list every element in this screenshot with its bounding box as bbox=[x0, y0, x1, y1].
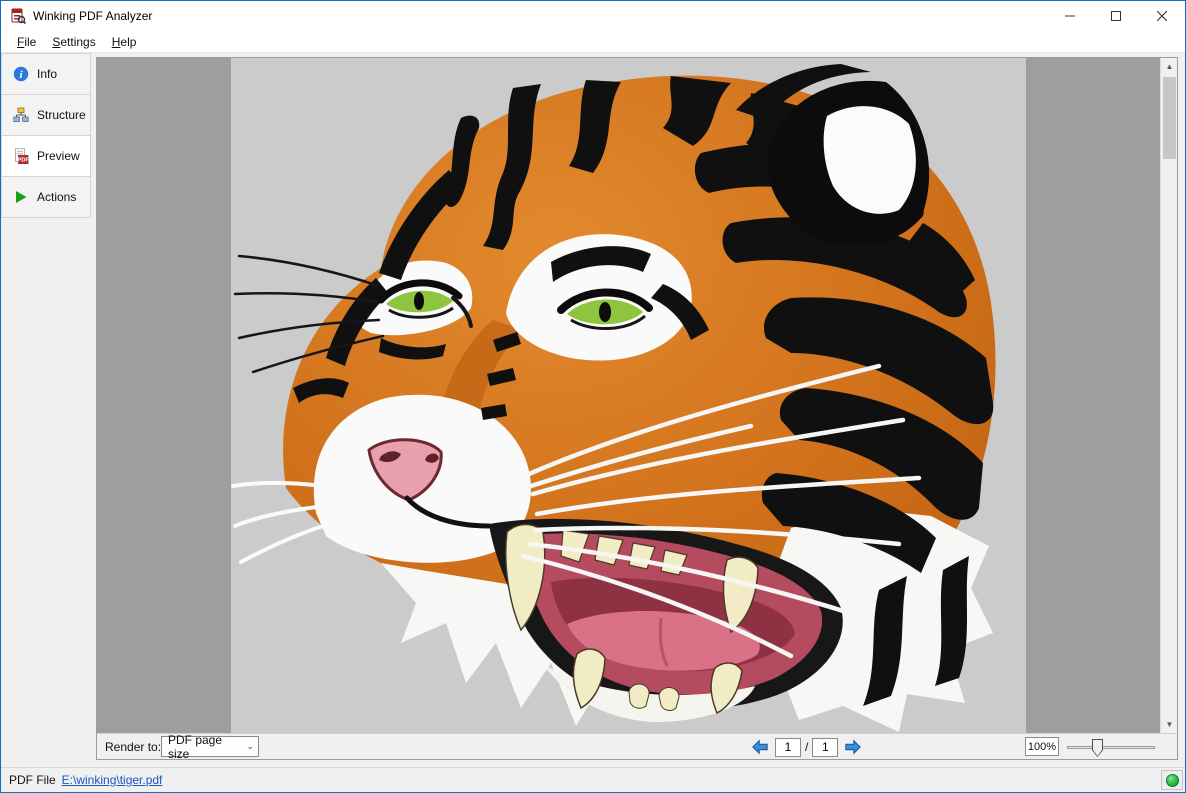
current-page-input[interactable] bbox=[775, 738, 801, 757]
scroll-up-button[interactable]: ▲ bbox=[1161, 58, 1177, 75]
preview-canvas: ▲ ▼ bbox=[97, 58, 1177, 733]
scrollbar-thumb[interactable] bbox=[1163, 77, 1176, 159]
tab-info[interactable]: i Info bbox=[1, 53, 91, 95]
window-title: Winking PDF Analyzer bbox=[33, 9, 152, 23]
next-page-button[interactable] bbox=[842, 737, 864, 757]
tab-actions-label: Actions bbox=[37, 190, 76, 204]
menubar: File Settings Help bbox=[1, 31, 1185, 53]
window-controls bbox=[1047, 1, 1185, 31]
structure-icon bbox=[13, 107, 29, 123]
pdf-preview-image bbox=[231, 58, 1026, 733]
pdf-file-path-link[interactable]: E:\winking\tiger.pdf bbox=[62, 773, 163, 787]
scroll-down-icon: ▼ bbox=[1166, 720, 1174, 729]
scroll-down-button[interactable]: ▼ bbox=[1161, 716, 1177, 733]
arrow-left-icon bbox=[751, 739, 769, 755]
statusbar: PDF File E:\winking\tiger.pdf bbox=[1, 767, 1185, 792]
minimize-icon bbox=[1065, 11, 1075, 21]
pdf-file-label: PDF File bbox=[9, 773, 56, 787]
prev-page-button[interactable] bbox=[749, 737, 771, 757]
render-to-label: Render to: bbox=[105, 740, 161, 754]
info-icon: i bbox=[13, 66, 29, 82]
tab-info-label: Info bbox=[37, 67, 57, 81]
zoom-slider-thumb[interactable] bbox=[1092, 739, 1103, 757]
minimize-button[interactable] bbox=[1047, 1, 1093, 31]
chevron-down-icon: ⌄ bbox=[246, 741, 254, 752]
tab-preview-label: Preview bbox=[37, 149, 80, 163]
status-ok-icon bbox=[1166, 774, 1179, 787]
maximize-icon bbox=[1111, 11, 1121, 21]
tab-structure-label: Structure bbox=[37, 108, 86, 122]
preview-panel: ▲ ▼ Render to: PDF page size ⌄ / bbox=[96, 57, 1178, 760]
zoom-slider[interactable] bbox=[1067, 746, 1155, 749]
preview-icon: PDF bbox=[13, 148, 29, 164]
scroll-up-icon: ▲ bbox=[1166, 62, 1174, 71]
arrow-right-icon bbox=[844, 739, 862, 755]
total-pages-input[interactable] bbox=[812, 738, 838, 757]
menu-file[interactable]: File bbox=[10, 33, 43, 51]
play-icon bbox=[13, 189, 29, 205]
close-button[interactable] bbox=[1139, 1, 1185, 31]
tab-structure[interactable]: Structure bbox=[1, 94, 91, 136]
sidebar: i Info Structure PDF bbox=[1, 53, 96, 767]
menu-settings[interactable]: Settings bbox=[45, 33, 102, 51]
vertical-scrollbar[interactable]: ▲ ▼ bbox=[1160, 58, 1177, 733]
app-icon bbox=[10, 8, 26, 24]
close-icon bbox=[1157, 11, 1167, 21]
page-navigation: / bbox=[749, 736, 864, 758]
zoom-value[interactable]: 100% bbox=[1025, 737, 1059, 756]
maximize-button[interactable] bbox=[1093, 1, 1139, 31]
menu-help[interactable]: Help bbox=[105, 33, 144, 51]
preview-toolbar: Render to: PDF page size ⌄ / bbox=[97, 733, 1177, 759]
render-mode-select[interactable]: PDF page size ⌄ bbox=[161, 736, 259, 757]
pdf-page bbox=[231, 58, 1026, 733]
status-indicator-box bbox=[1161, 770, 1183, 790]
tab-preview[interactable]: PDF Preview bbox=[1, 135, 91, 177]
svg-text:PDF: PDF bbox=[18, 158, 29, 164]
tab-actions[interactable]: Actions bbox=[1, 176, 91, 218]
titlebar: Winking PDF Analyzer bbox=[1, 1, 1185, 31]
page-separator: / bbox=[805, 740, 808, 754]
render-mode-value: PDF page size bbox=[168, 733, 246, 761]
app-window: Winking PDF Analyzer File Settings Help … bbox=[0, 0, 1186, 793]
